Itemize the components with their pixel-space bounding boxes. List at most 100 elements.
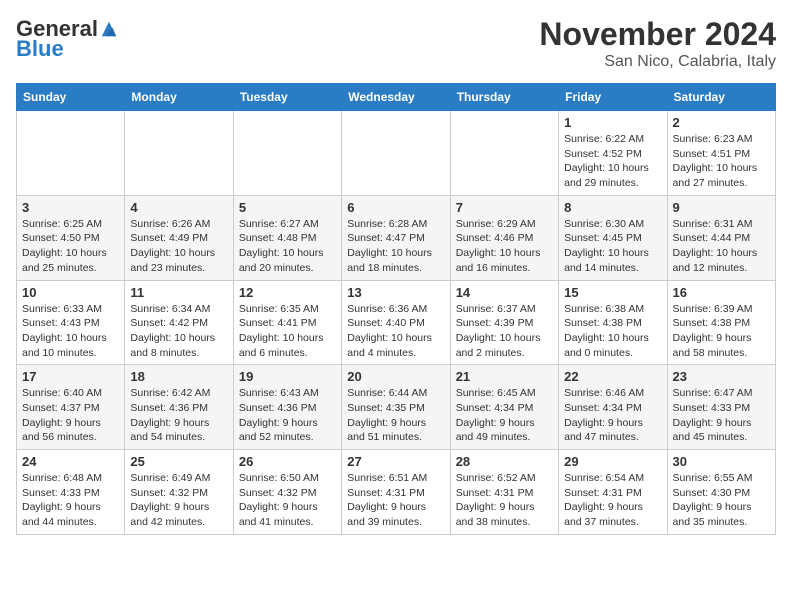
day-cell: 15Sunrise: 6:38 AM Sunset: 4:38 PM Dayli… [559, 280, 667, 365]
day-number: 10 [22, 285, 119, 300]
day-cell: 18 Sunrise: 6:42 AM Sunset: 4:36 PM Dayli… [125, 365, 233, 450]
day-cell [233, 111, 341, 196]
day-info: Sunrise: 6:49 AM Sunset: 4:32 PM Dayligh… [130, 471, 227, 530]
day-info: Sunrise: 6:37 AM Sunset: 4:39 PM Dayligh… [456, 302, 553, 361]
day-info: Sunrise: 6:34 AM Sunset: 4:42 PM Dayligh… [130, 302, 227, 361]
day-cell: 17Sunrise: 6:40 AM Sunset: 4:37 PM Dayli… [17, 365, 125, 450]
week-row-4: 17Sunrise: 6:40 AM Sunset: 4:37 PM Dayli… [17, 365, 776, 450]
logo-icon [100, 20, 118, 38]
calendar-table: SundayMondayTuesdayWednesdayThursdayFrid… [16, 83, 776, 535]
day-number: 19 [239, 369, 336, 384]
day-cell: 30Sunrise: 6:55 AM Sunset: 4:30 PM Dayli… [667, 450, 775, 535]
col-header-wednesday: Wednesday [342, 84, 450, 111]
day-info: Sunrise: 6:40 AM Sunset: 4:37 PM Dayligh… [22, 386, 119, 445]
day-info: Sunrise: 6:29 AM Sunset: 4:46 PM Dayligh… [456, 217, 553, 276]
day-cell: 13 Sunrise: 6:36 AM Sunset: 4:40 PM Dayli… [342, 280, 450, 365]
day-number: 16 [673, 285, 770, 300]
day-cell [450, 111, 558, 196]
day-info: Sunrise: 6:43 AM Sunset: 4:36 PM Dayligh… [239, 386, 336, 445]
day-number: 20 [347, 369, 444, 384]
day-cell: 6Sunrise: 6:28 AM Sunset: 4:47 PM Daylig… [342, 195, 450, 280]
title-block: November 2024 San Nico, Calabria, Italy [539, 16, 776, 71]
week-row-2: 3 Sunrise: 6:25 AM Sunset: 4:50 PM Daylig… [17, 195, 776, 280]
day-number: 26 [239, 454, 336, 469]
day-number: 1 [564, 115, 661, 130]
day-info: Sunrise: 6:35 AM Sunset: 4:41 PM Dayligh… [239, 302, 336, 361]
day-number: 23 [673, 369, 770, 384]
col-header-friday: Friday [559, 84, 667, 111]
day-number: 13 [347, 285, 444, 300]
day-info: Sunrise: 6:38 AM Sunset: 4:38 PM Dayligh… [564, 302, 661, 361]
day-cell: 7 Sunrise: 6:29 AM Sunset: 4:46 PM Daylig… [450, 195, 558, 280]
day-cell: 9Sunrise: 6:31 AM Sunset: 4:44 PM Daylig… [667, 195, 775, 280]
day-number: 7 [456, 200, 553, 215]
day-cell: 23 Sunrise: 6:47 AM Sunset: 4:33 PM Dayli… [667, 365, 775, 450]
day-info: Sunrise: 6:46 AM Sunset: 4:34 PM Dayligh… [564, 386, 661, 445]
day-info: Sunrise: 6:25 AM Sunset: 4:50 PM Dayligh… [22, 217, 119, 276]
day-info: Sunrise: 6:45 AM Sunset: 4:34 PM Dayligh… [456, 386, 553, 445]
week-row-1: 1Sunrise: 6:22 AM Sunset: 4:52 PM Daylig… [17, 111, 776, 196]
day-info: Sunrise: 6:26 AM Sunset: 4:49 PM Dayligh… [130, 217, 227, 276]
day-cell: 21 Sunrise: 6:45 AM Sunset: 4:34 PM Dayli… [450, 365, 558, 450]
week-row-5: 24 Sunrise: 6:48 AM Sunset: 4:33 PM Dayli… [17, 450, 776, 535]
day-number: 28 [456, 454, 553, 469]
day-number: 21 [456, 369, 553, 384]
day-cell: 14 Sunrise: 6:37 AM Sunset: 4:39 PM Dayli… [450, 280, 558, 365]
day-number: 25 [130, 454, 227, 469]
day-number: 30 [673, 454, 770, 469]
week-row-3: 10 Sunrise: 6:33 AM Sunset: 4:43 PM Dayli… [17, 280, 776, 365]
day-cell: 11 Sunrise: 6:34 AM Sunset: 4:42 PM Dayli… [125, 280, 233, 365]
day-cell: 24 Sunrise: 6:48 AM Sunset: 4:33 PM Dayli… [17, 450, 125, 535]
logo-blue-text: Blue [16, 36, 64, 62]
col-header-tuesday: Tuesday [233, 84, 341, 111]
day-number: 18 [130, 369, 227, 384]
day-info: Sunrise: 6:42 AM Sunset: 4:36 PM Dayligh… [130, 386, 227, 445]
day-info: Sunrise: 6:47 AM Sunset: 4:33 PM Dayligh… [673, 386, 770, 445]
col-header-thursday: Thursday [450, 84, 558, 111]
day-cell: 8 Sunrise: 6:30 AM Sunset: 4:45 PM Daylig… [559, 195, 667, 280]
day-cell: 10 Sunrise: 6:33 AM Sunset: 4:43 PM Dayli… [17, 280, 125, 365]
page-title: November 2024 [539, 16, 776, 53]
day-number: 4 [130, 200, 227, 215]
day-info: Sunrise: 6:48 AM Sunset: 4:33 PM Dayligh… [22, 471, 119, 530]
col-header-sunday: Sunday [17, 84, 125, 111]
day-number: 29 [564, 454, 661, 469]
col-header-monday: Monday [125, 84, 233, 111]
day-cell [342, 111, 450, 196]
day-cell: 3 Sunrise: 6:25 AM Sunset: 4:50 PM Daylig… [17, 195, 125, 280]
day-number: 27 [347, 454, 444, 469]
day-cell: 28 Sunrise: 6:52 AM Sunset: 4:31 PM Dayli… [450, 450, 558, 535]
day-info: Sunrise: 6:36 AM Sunset: 4:40 PM Dayligh… [347, 302, 444, 361]
day-number: 11 [130, 285, 227, 300]
day-cell: 27 Sunrise: 6:51 AM Sunset: 4:31 PM Dayli… [342, 450, 450, 535]
day-info: Sunrise: 6:51 AM Sunset: 4:31 PM Dayligh… [347, 471, 444, 530]
day-cell: 16Sunrise: 6:39 AM Sunset: 4:38 PM Dayli… [667, 280, 775, 365]
col-header-saturday: Saturday [667, 84, 775, 111]
day-cell: 12 Sunrise: 6:35 AM Sunset: 4:41 PM Dayli… [233, 280, 341, 365]
day-info: Sunrise: 6:30 AM Sunset: 4:45 PM Dayligh… [564, 217, 661, 276]
day-cell: 20Sunrise: 6:44 AM Sunset: 4:35 PM Dayli… [342, 365, 450, 450]
day-number: 12 [239, 285, 336, 300]
page-subtitle: San Nico, Calabria, Italy [539, 53, 776, 71]
day-number: 9 [673, 200, 770, 215]
day-info: Sunrise: 6:52 AM Sunset: 4:31 PM Dayligh… [456, 471, 553, 530]
day-number: 24 [22, 454, 119, 469]
day-cell: 26 Sunrise: 6:50 AM Sunset: 4:32 PM Dayli… [233, 450, 341, 535]
day-number: 2 [673, 115, 770, 130]
day-number: 5 [239, 200, 336, 215]
day-number: 6 [347, 200, 444, 215]
day-cell: 19 Sunrise: 6:43 AM Sunset: 4:36 PM Dayli… [233, 365, 341, 450]
day-info: Sunrise: 6:23 AM Sunset: 4:51 PM Dayligh… [673, 132, 770, 191]
day-cell: 25 Sunrise: 6:49 AM Sunset: 4:32 PM Dayli… [125, 450, 233, 535]
day-cell [125, 111, 233, 196]
day-number: 14 [456, 285, 553, 300]
day-number: 22 [564, 369, 661, 384]
day-cell: 5 Sunrise: 6:27 AM Sunset: 4:48 PM Daylig… [233, 195, 341, 280]
day-info: Sunrise: 6:33 AM Sunset: 4:43 PM Dayligh… [22, 302, 119, 361]
day-cell: 29Sunrise: 6:54 AM Sunset: 4:31 PM Dayli… [559, 450, 667, 535]
day-number: 3 [22, 200, 119, 215]
day-info: Sunrise: 6:27 AM Sunset: 4:48 PM Dayligh… [239, 217, 336, 276]
day-info: Sunrise: 6:50 AM Sunset: 4:32 PM Dayligh… [239, 471, 336, 530]
day-number: 8 [564, 200, 661, 215]
day-cell: 1Sunrise: 6:22 AM Sunset: 4:52 PM Daylig… [559, 111, 667, 196]
